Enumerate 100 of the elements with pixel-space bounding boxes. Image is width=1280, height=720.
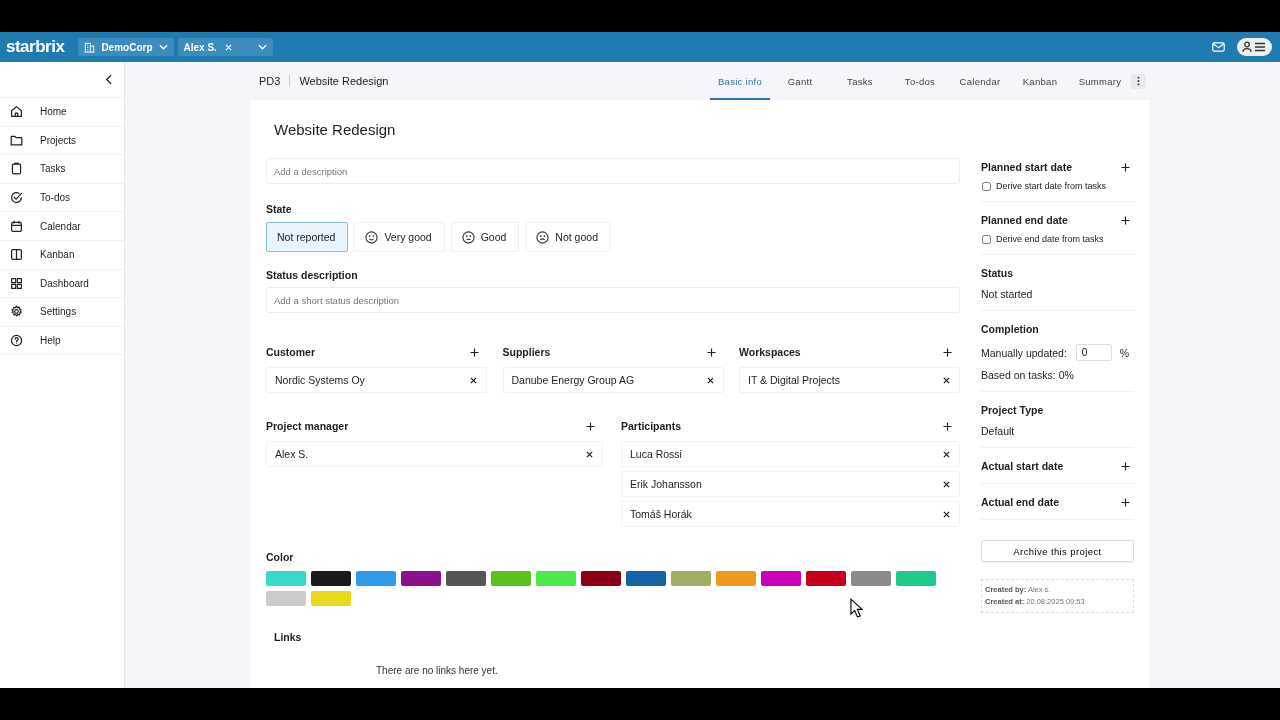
section-label: Workspaces	[739, 346, 801, 358]
section-label: Actual end date	[981, 496, 1060, 508]
color-swatch[interactable]	[266, 591, 306, 606]
remove-icon[interactable]	[586, 450, 593, 458]
logo[interactable]: starbrix	[6, 37, 65, 57]
selected-entry[interactable]: Erik Johansson	[621, 471, 960, 497]
tab[interactable]: Calendar	[950, 62, 1010, 100]
nav-item[interactable]: Home	[0, 98, 124, 127]
folder-icon	[10, 133, 23, 147]
nav-item[interactable]: Help	[0, 326, 124, 356]
plus-icon[interactable]	[1121, 497, 1130, 507]
tab[interactable]: Gantt	[770, 62, 830, 100]
user-filter[interactable]: Alex S.	[177, 38, 273, 56]
nav-item[interactable]: Tasks	[0, 155, 124, 184]
remove-icon[interactable]	[943, 480, 950, 488]
plus-icon[interactable]	[586, 421, 595, 431]
calendar-icon	[10, 219, 23, 233]
smiley-icon	[365, 230, 379, 244]
checkbox[interactable]	[982, 234, 991, 244]
section-label: Project manager	[266, 420, 349, 432]
status-description-field[interactable]: Add a short status description	[266, 287, 960, 313]
pointer-icon	[850, 598, 863, 619]
plus-icon[interactable]	[1121, 162, 1130, 172]
color-swatch[interactable]	[311, 591, 351, 606]
clipboard-icon	[10, 162, 23, 176]
archive-button[interactable]: Archive this project	[981, 540, 1134, 562]
more-options-button[interactable]	[1131, 73, 1146, 89]
plus-icon[interactable]	[943, 347, 952, 357]
project-code: PD3	[259, 75, 281, 87]
state-option[interactable]: Not good	[525, 222, 611, 252]
color-swatch[interactable]	[491, 571, 531, 586]
percent-field[interactable]: 0	[1075, 344, 1112, 361]
color-swatch[interactable]	[581, 571, 621, 586]
color-swatch[interactable]	[626, 571, 666, 586]
check-circle-icon	[10, 191, 23, 205]
plus-icon[interactable]	[706, 347, 716, 357]
selected-entry[interactable]: Luca Rossi	[621, 441, 960, 467]
selected-entry[interactable]: Nordic Systems Oy	[266, 367, 487, 393]
color-swatch[interactable]	[671, 571, 711, 586]
help-icon	[10, 334, 23, 348]
state-option[interactable]: Good	[450, 222, 520, 252]
color-swatch[interactable]	[806, 571, 846, 586]
section-label: Color	[266, 551, 295, 563]
checkbox[interactable]	[982, 181, 991, 191]
description-field[interactable]: Add a description	[266, 158, 960, 184]
nav-item[interactable]: To-dos	[0, 183, 124, 213]
selected-entry[interactable]: Alex S.	[266, 441, 603, 467]
tab[interactable]: Tasks	[830, 62, 890, 100]
remove-icon[interactable]	[470, 376, 477, 384]
nav-item[interactable]: Projects	[0, 126, 124, 156]
remove-icon[interactable]	[943, 376, 950, 384]
organization-selector[interactable]: DemoCorp	[78, 38, 174, 56]
settings-icon	[10, 305, 23, 319]
section-label: Planned end date	[981, 214, 1068, 226]
section-label: Links	[274, 631, 303, 643]
color-swatch[interactable]	[401, 571, 441, 586]
nav-item[interactable]: Calendar	[0, 212, 124, 241]
color-swatch[interactable]	[716, 571, 756, 586]
section-label: Suppliers	[502, 346, 551, 358]
section-label: Actual start date	[981, 460, 1064, 472]
plus-icon[interactable]	[1121, 461, 1130, 471]
tab[interactable]: Summary	[1070, 62, 1130, 100]
remove-icon[interactable]	[943, 510, 950, 518]
color-swatch[interactable]	[356, 571, 396, 586]
color-swatch[interactable]	[446, 571, 486, 586]
plus-icon[interactable]	[943, 421, 952, 431]
color-swatch[interactable]	[761, 571, 801, 586]
color-swatch[interactable]	[266, 571, 306, 586]
user-menu-button[interactable]	[1237, 38, 1272, 56]
collapse-icon[interactable]	[105, 74, 112, 85]
tab[interactable]: To-dos	[890, 62, 950, 100]
state-option[interactable]: Not reported	[266, 222, 349, 252]
section-label: Completion	[981, 323, 1039, 335]
nav-item[interactable]: Kanban	[0, 240, 124, 270]
tab[interactable]: Kanban	[1010, 62, 1070, 100]
color-swatch[interactable]	[851, 571, 891, 586]
color-swatch[interactable]	[896, 571, 936, 586]
remove-icon[interactable]	[706, 376, 714, 384]
close-icon[interactable]	[224, 43, 232, 51]
chevron-down-icon[interactable]	[257, 44, 267, 50]
plus-icon[interactable]	[470, 347, 479, 357]
color-swatch[interactable]	[311, 571, 351, 586]
selected-entry[interactable]: Danube Energy Group AG	[502, 367, 724, 393]
section-label: Project Type	[981, 404, 1044, 416]
field-label: Manually updated:	[981, 346, 1067, 359]
nav-item[interactable]: Settings	[0, 298, 124, 327]
building-icon	[84, 41, 96, 53]
mail-icon[interactable]	[1212, 42, 1225, 52]
unit-label: %	[1119, 346, 1130, 359]
nav-item[interactable]: Dashboard	[0, 269, 124, 299]
columns-icon	[10, 248, 23, 262]
selected-entry[interactable]: IT & Digital Projects	[739, 367, 960, 393]
selected-entry[interactable]: Tomáš Horák	[621, 501, 960, 527]
remove-icon[interactable]	[943, 450, 950, 458]
chevron-down-icon	[158, 44, 168, 50]
state-option[interactable]: Very good	[354, 222, 445, 252]
color-swatch[interactable]	[536, 571, 576, 586]
checkbox-label: Derive end date from tasks	[996, 234, 1104, 244]
plus-icon[interactable]	[1121, 215, 1130, 225]
field-value: Not started	[981, 288, 1034, 300]
